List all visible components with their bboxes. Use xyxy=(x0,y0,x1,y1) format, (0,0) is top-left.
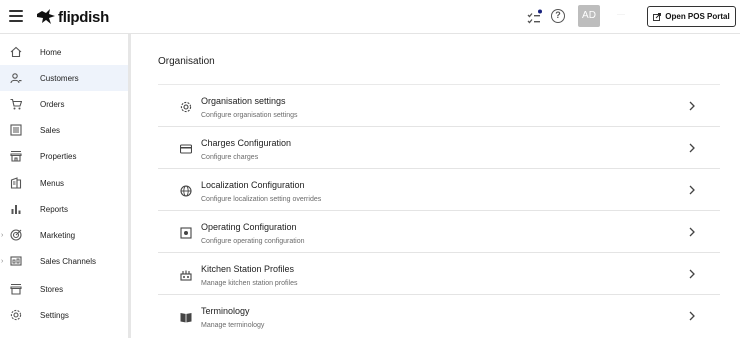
expand-chevron-icon[interactable]: › xyxy=(1,232,3,239)
cart-icon xyxy=(10,98,22,110)
row-subtitle: Configure localization setting overrides xyxy=(201,196,322,203)
settings-row-charges-configuration[interactable]: Charges Configuration Configure charges xyxy=(158,126,720,168)
chevron-right-icon xyxy=(688,225,696,237)
avatar[interactable]: AD xyxy=(578,5,600,27)
sidebar-item-label: Home xyxy=(40,47,62,57)
sidebar-item-customers[interactable]: Customers xyxy=(0,65,128,91)
settings-list: Organisation settings Configure organisa… xyxy=(158,84,720,336)
sidebar-item-label: Settings xyxy=(40,310,69,320)
sidebar-item-home[interactable]: Home xyxy=(0,39,128,65)
row-subtitle: Configure organisation settings xyxy=(201,112,298,119)
book-icon xyxy=(180,310,192,323)
expand-chevron-icon[interactable]: › xyxy=(1,258,3,265)
row-subtitle: Configure charges xyxy=(201,154,259,161)
credit-card-icon xyxy=(179,142,193,154)
tasks-checklist-icon[interactable] xyxy=(527,9,543,25)
row-title: Localization Configuration xyxy=(201,180,305,190)
sales-icon xyxy=(10,124,22,136)
storefront-icon xyxy=(10,150,22,162)
row-subtitle: Manage kitchen station profiles xyxy=(201,280,298,287)
settings-box-icon xyxy=(180,226,192,239)
brand-name: flipdish xyxy=(58,8,109,26)
open-pos-portal-label: Open POS Portal xyxy=(665,12,730,21)
sidebar-item-stores[interactable]: Stores xyxy=(0,276,128,302)
sidebar-item-label: Stores xyxy=(40,284,64,294)
row-subtitle: Manage terminology xyxy=(201,322,265,329)
gear-icon xyxy=(180,100,192,113)
top-bar: flipdish ? AD ···· Open POS Portal xyxy=(0,0,740,34)
sidebar-item-orders[interactable]: Orders xyxy=(0,91,128,117)
sidebar-item-label: Sales xyxy=(40,125,61,135)
row-title: Kitchen Station Profiles xyxy=(201,264,295,274)
sidebar-item-properties[interactable]: Properties xyxy=(0,143,128,169)
sidebar-item-label: Orders xyxy=(40,99,65,109)
brand-logo[interactable]: flipdish xyxy=(36,7,109,27)
sidebar-item-label: Menus xyxy=(40,178,65,188)
row-subtitle: Configure operating configuration xyxy=(201,238,305,245)
sidebar-item-label: Marketing xyxy=(40,230,76,240)
sidebar-item-menus[interactable]: Menus xyxy=(0,170,128,196)
customers-icon xyxy=(10,72,22,84)
sidebar-item-settings[interactable]: Settings xyxy=(0,302,128,328)
chevron-right-icon xyxy=(688,99,696,111)
sidebar-item-label: Reports xyxy=(40,204,69,214)
channels-icon xyxy=(10,255,22,267)
row-title: Operating Configuration xyxy=(201,222,297,232)
store-icon xyxy=(10,283,22,295)
flipdish-fish-icon xyxy=(37,9,55,24)
settings-row-localization-configuration[interactable]: Localization Configuration Configure loc… xyxy=(158,168,720,210)
hamburger-menu-icon[interactable] xyxy=(9,10,23,22)
chevron-right-icon xyxy=(688,309,696,321)
settings-row-operating-configuration[interactable]: Operating Configuration Configure operat… xyxy=(158,210,720,252)
open-external-icon xyxy=(653,12,662,21)
gear-icon xyxy=(10,309,22,321)
sidebar-item-label: Properties xyxy=(40,151,77,161)
language-selector[interactable]: ···· xyxy=(617,12,625,18)
settings-row-terminology[interactable]: Terminology Manage terminology xyxy=(158,294,720,336)
home-icon xyxy=(10,46,22,58)
target-icon xyxy=(10,229,22,241)
menu-book-icon xyxy=(10,177,22,189)
chevron-right-icon xyxy=(688,141,696,153)
sidebar-item-label: Customers xyxy=(40,73,79,83)
sidebar-item-marketing[interactable]: › Marketing xyxy=(0,222,128,248)
settings-row-organisation-settings[interactable]: Organisation settings Configure organisa… xyxy=(158,84,720,126)
sidebar-item-reports[interactable]: Reports xyxy=(0,196,128,222)
sidebar: Home Customers Orders Sales Properties M… xyxy=(0,34,131,338)
chevron-right-icon xyxy=(688,183,696,195)
row-title: Terminology xyxy=(201,306,250,316)
open-pos-portal-button[interactable]: Open POS Portal xyxy=(647,6,736,27)
page-title: Organisation xyxy=(158,56,215,67)
row-title: Organisation settings xyxy=(201,96,286,106)
globe-icon xyxy=(180,184,192,197)
settings-row-kitchen-station-profiles[interactable]: Kitchen Station Profiles Manage kitchen … xyxy=(158,252,720,294)
sidebar-item-sales[interactable]: Sales xyxy=(0,117,128,143)
help-icon[interactable]: ? xyxy=(551,9,565,23)
sidebar-item-label: Sales Channels xyxy=(40,256,97,266)
kitchen-icon xyxy=(180,268,192,281)
main-content: Organisation Organisation settings Confi… xyxy=(134,34,740,338)
bar-chart-icon xyxy=(10,203,22,215)
row-title: Charges Configuration xyxy=(201,138,292,148)
sidebar-item-sales-channels[interactable]: › Sales Channels xyxy=(0,248,128,274)
chevron-right-icon xyxy=(688,267,696,279)
